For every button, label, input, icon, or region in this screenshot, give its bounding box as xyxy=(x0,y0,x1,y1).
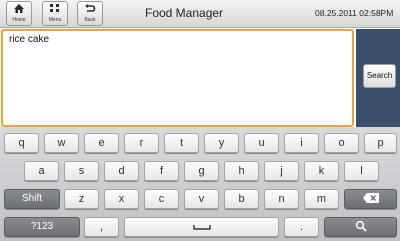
key-h[interactable]: h xyxy=(224,161,259,181)
home-label: Home xyxy=(12,17,26,23)
key-o[interactable]: o xyxy=(324,133,359,153)
key-n[interactable]: n xyxy=(264,189,299,209)
key-z[interactable]: z xyxy=(64,189,99,209)
space-bar-icon xyxy=(192,221,211,233)
key-i[interactable]: i xyxy=(284,133,319,153)
key-v[interactable]: v xyxy=(184,189,219,209)
key-g[interactable]: g xyxy=(184,161,219,181)
key-y[interactable]: y xyxy=(204,133,239,153)
key-b[interactable]: b xyxy=(224,189,259,209)
food-search-input[interactable]: rice cake xyxy=(1,29,354,127)
key-c[interactable]: c xyxy=(144,189,179,209)
key-r[interactable]: r xyxy=(124,133,159,153)
key-j[interactable]: j xyxy=(264,161,299,181)
on-screen-keyboard: q w e r t y u i o p a s d f g h j k l Sh… xyxy=(0,127,400,241)
key-k[interactable]: k xyxy=(304,161,339,181)
key-u[interactable]: u xyxy=(244,133,279,153)
key-x[interactable]: x xyxy=(104,189,139,209)
backspace-key[interactable] xyxy=(344,189,397,209)
space-key[interactable] xyxy=(124,217,279,237)
key-p[interactable]: p xyxy=(364,133,397,153)
key-d[interactable]: d xyxy=(104,161,139,181)
comma-key[interactable]: , xyxy=(84,217,119,237)
menu-grid-icon xyxy=(43,2,67,17)
back-arrow-icon xyxy=(78,2,102,17)
symbols-key[interactable]: ?123 xyxy=(4,217,80,237)
key-s[interactable]: s xyxy=(64,161,99,181)
key-q[interactable]: q xyxy=(4,133,39,153)
menu-label: Menu xyxy=(48,17,62,23)
menu-button[interactable]: Menu xyxy=(42,1,68,26)
date-time: 08.25.2011 02:58PM xyxy=(315,8,394,18)
key-w[interactable]: w xyxy=(44,133,79,153)
home-button[interactable]: Home xyxy=(6,1,32,26)
top-bar: Home Menu Back Food Manager 08.25.2011 0… xyxy=(0,0,400,28)
magnifier-icon xyxy=(355,221,367,232)
home-icon xyxy=(7,2,31,17)
period-key[interactable]: . xyxy=(284,217,319,237)
key-e[interactable]: e xyxy=(84,133,119,153)
key-m[interactable]: m xyxy=(304,189,339,209)
key-a[interactable]: a xyxy=(24,161,59,181)
search-button[interactable]: Search xyxy=(363,64,396,88)
back-label: Back xyxy=(84,17,96,23)
key-l[interactable]: l xyxy=(344,161,379,181)
search-key[interactable] xyxy=(324,217,397,237)
backspace-icon xyxy=(362,193,379,204)
back-button[interactable]: Back xyxy=(77,1,103,26)
key-t[interactable]: t xyxy=(164,133,199,153)
key-f[interactable]: f xyxy=(144,161,179,181)
shift-key[interactable]: Shift xyxy=(4,189,60,209)
app-title: Food Manager xyxy=(145,6,224,20)
input-value: rice cake xyxy=(9,34,50,45)
